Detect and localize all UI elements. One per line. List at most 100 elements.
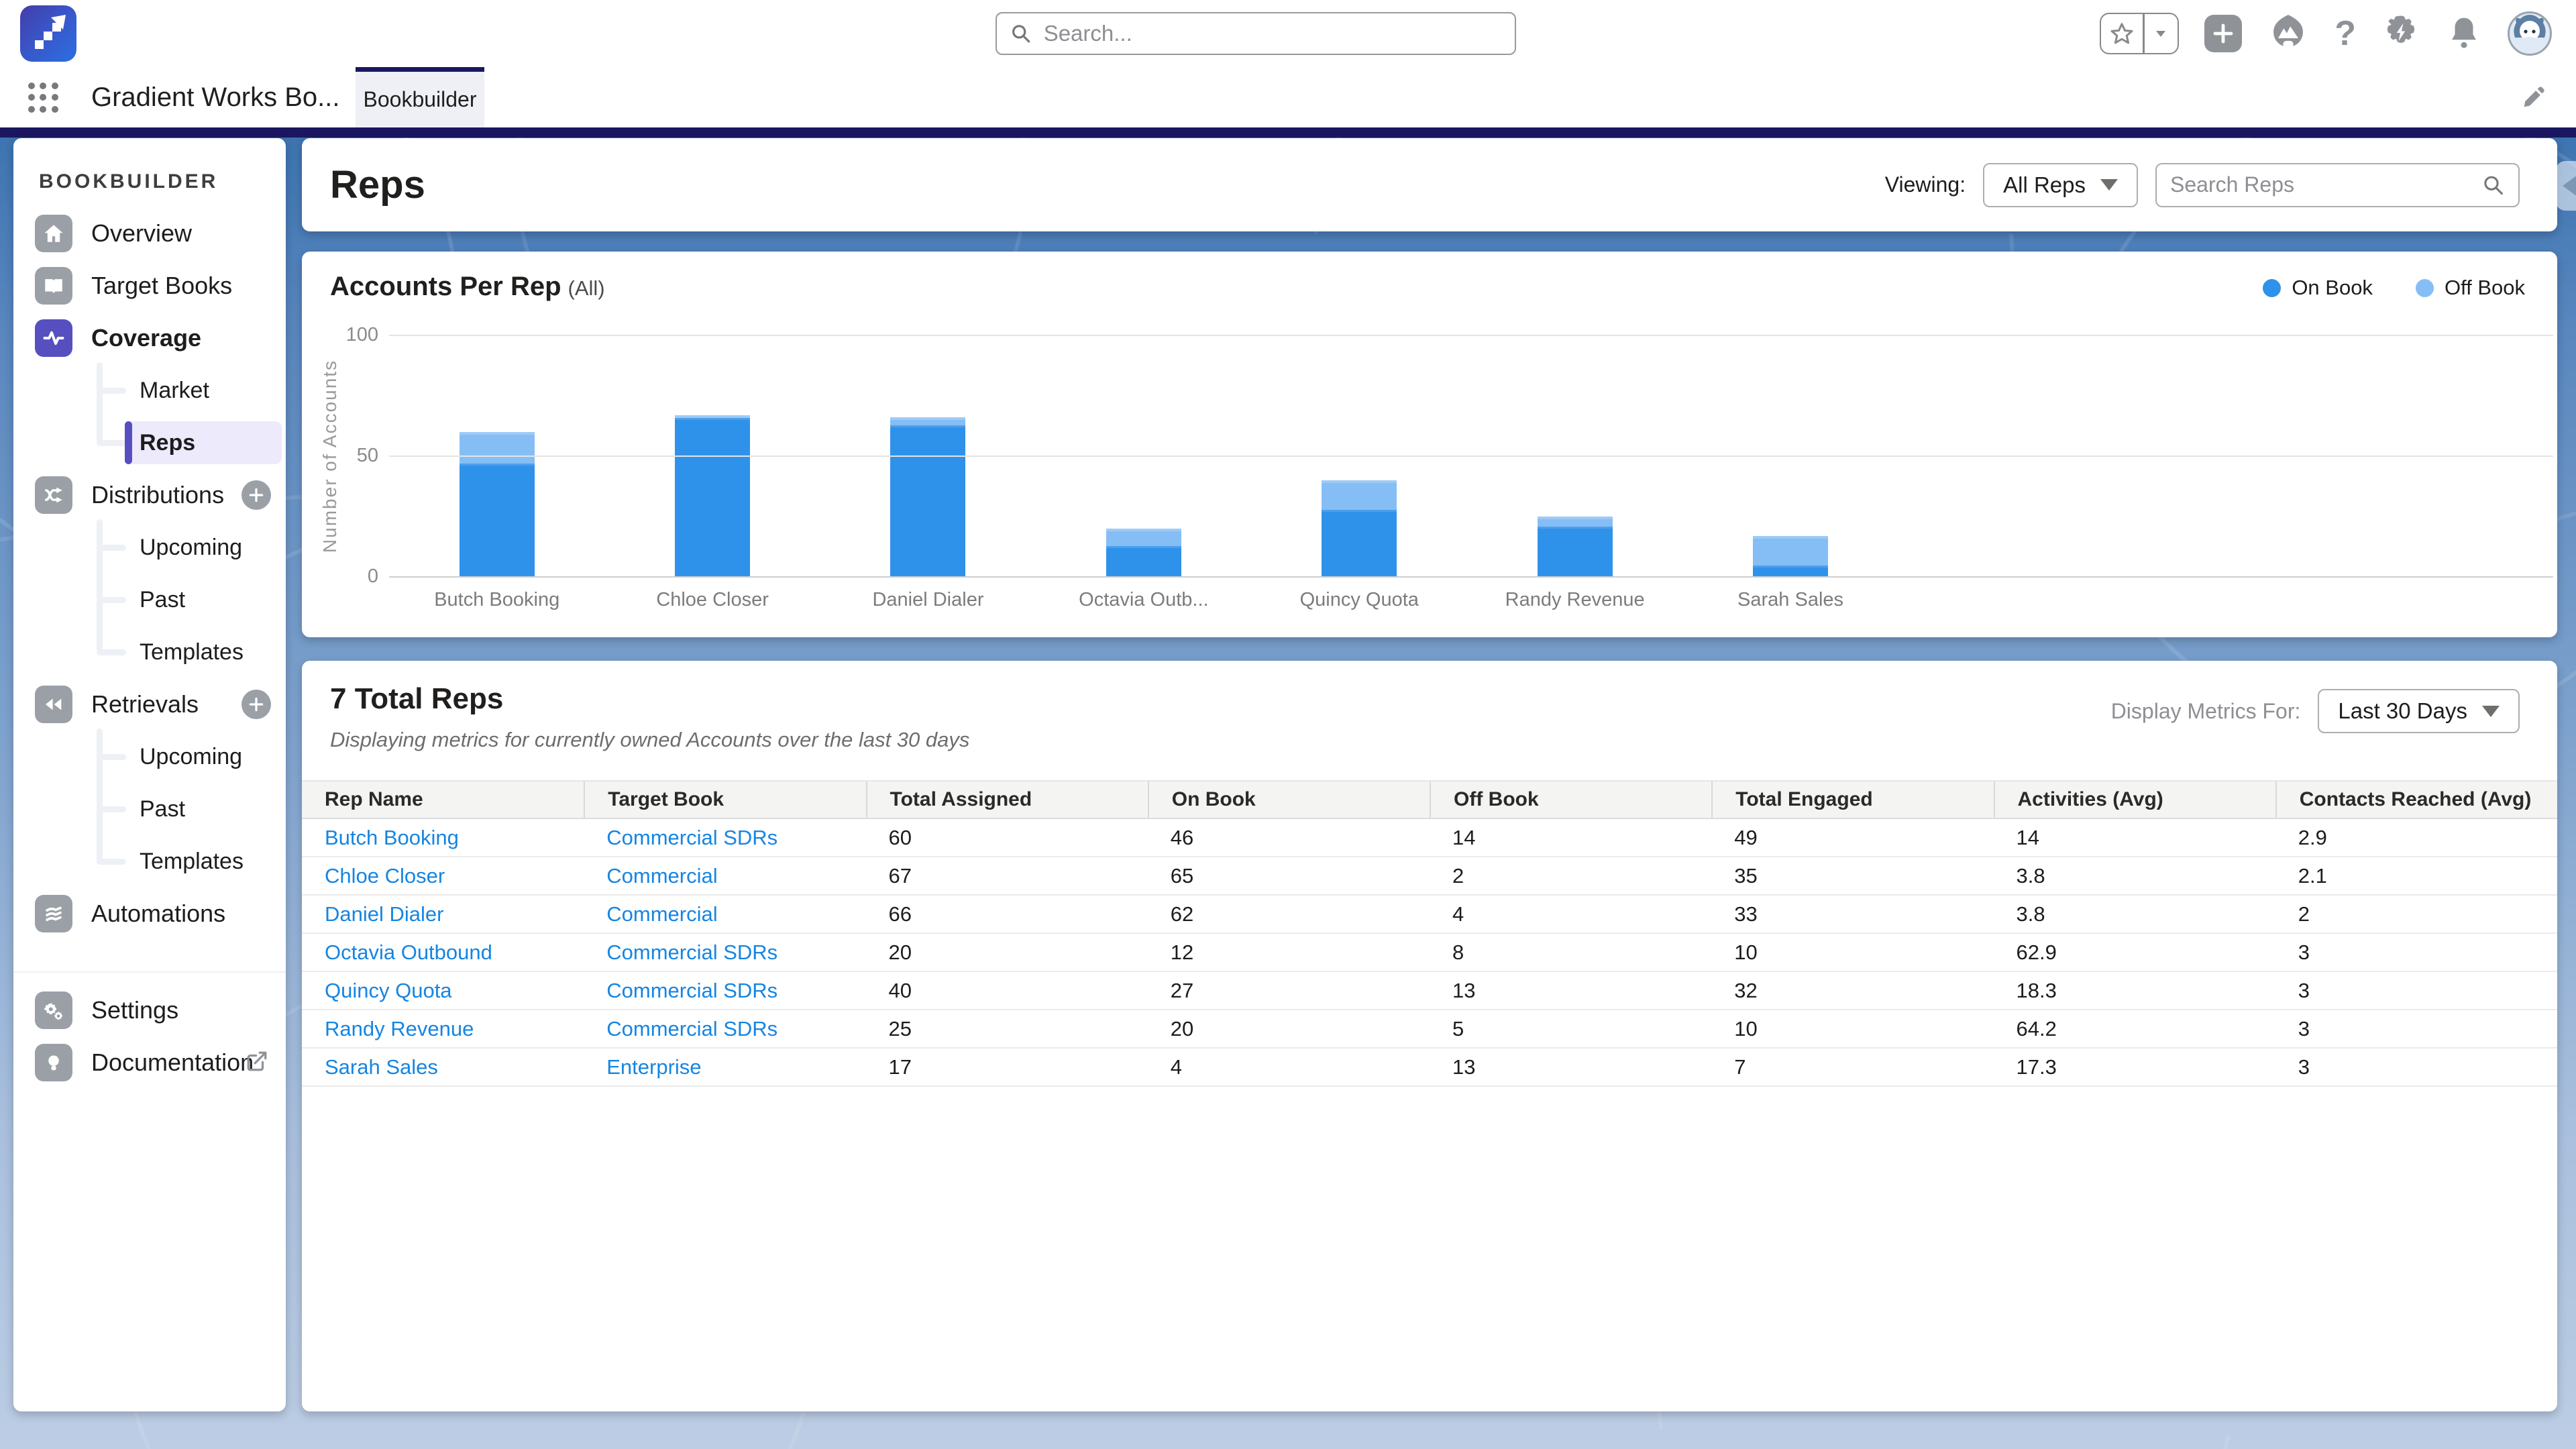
app-launcher-icon[interactable] [28,83,59,113]
viewing-dropdown[interactable]: All Reps [1983,162,2138,207]
gears-icon [35,991,72,1029]
sidebar-item-retrievals[interactable]: Retrievals [13,678,286,731]
quick-create-button[interactable] [2204,15,2243,52]
tab-bookbuilder[interactable]: Bookbuilder [356,67,484,127]
global-search-input[interactable] [1043,21,1501,46]
sidebar-item-distributions[interactable]: Distributions [13,469,286,521]
column-header[interactable]: Off Book [1430,782,1711,818]
rep-link[interactable]: Randy Revenue [325,1017,474,1041]
trailhead-icon[interactable] [2267,11,2309,56]
rep-link[interactable]: Chloe Closer [325,864,445,888]
bar-segment-on-book [1322,511,1397,577]
edit-nav-pencil-icon[interactable] [2520,85,2546,115]
search-icon [2484,176,2504,195]
user-avatar[interactable] [2508,11,2552,56]
chevron-left-icon [2563,175,2576,197]
y-tick-0: 0 [367,566,378,587]
rep-link[interactable]: Octavia Outbound [325,941,492,965]
table-cell: Chloe Closer [302,857,584,894]
distributions-icon [35,476,72,514]
x-tick-label: Daniel Dialer [872,589,984,610]
bar-segment-off-book [1106,529,1181,548]
table-cell: Commercial [584,896,865,932]
global-search[interactable] [996,12,1516,55]
sidebar-heading: BOOKBUILDER [39,170,219,193]
target-book-link[interactable]: Commercial SDRs [606,826,777,850]
table-cell: 27 [1170,978,1194,1002]
utility-bar: ? [0,0,2576,67]
table-cell: 13 [1452,978,1476,1002]
gradient-works-logo[interactable] [20,5,76,62]
x-tick-label: Quincy Quota [1299,589,1419,610]
table-row: Octavia Outbound Commercial SDRs 20 12 8 10 62… [302,934,2557,972]
sidebar-item-distributions-upcoming[interactable]: Upcoming [13,521,286,574]
chart-title: Accounts Per Rep (All) [330,272,605,301]
sidebar-item-distributions-templates[interactable]: Templates [13,626,286,678]
setup-gear-icon[interactable] [2381,13,2420,55]
sidebar-item-documentation[interactable]: Documentation [13,1036,286,1089]
favorites-button[interactable] [2100,13,2180,54]
help-icon[interactable]: ? [2334,13,2356,54]
panel-collapse-button[interactable] [2556,161,2576,211]
sidebar-item-target-books[interactable]: Target Books [13,260,286,312]
rep-link[interactable]: Daniel Dialer [325,902,443,926]
rep-link[interactable]: Sarah Sales [325,1055,438,1079]
table-cell: 46 [1170,825,1194,849]
sidebar-item-reps[interactable]: Reps [13,417,286,469]
bar-segment-off-book [1753,535,1829,568]
add-retrieval-button[interactable] [241,690,271,719]
sidebar-item-retrievals-templates[interactable]: Templates [13,835,286,888]
table-cell: 17.3 [2016,1055,2057,1079]
column-header[interactable]: Total Engaged [1711,782,1993,818]
notifications-bell-icon[interactable] [2446,14,2482,54]
sidebar-item-automations[interactable]: Automations [13,888,286,940]
metrics-range-dropdown[interactable]: Last 30 Days [2318,689,2520,733]
column-header[interactable]: Rep Name [302,782,584,818]
sidebar-item-market[interactable]: Market [13,364,286,417]
target-book-link[interactable]: Commercial SDRs [606,941,777,965]
rep-link[interactable]: Butch Booking [325,826,459,850]
table-header-row: Rep Name Target Book Total Assigned On Book… [302,780,2557,819]
x-tick-label: Octavia Outb... [1079,589,1209,610]
sidebar-item-retrievals-past[interactable]: Past [13,783,286,835]
sidebar-item-settings[interactable]: Settings [13,984,286,1036]
target-book-link[interactable]: Commercial SDRs [606,1017,777,1041]
rep-search-input[interactable] [2170,172,2483,197]
column-header[interactable]: Activities (Avg) [1993,782,2275,818]
home-icon [35,215,72,252]
column-header[interactable]: Total Assigned [865,782,1148,818]
target-book-link[interactable]: Commercial [606,864,717,888]
sidebar-item-coverage[interactable]: Coverage [13,312,286,364]
table-cell: 40 [888,978,912,1002]
target-book-link[interactable]: Commercial [606,902,717,926]
bar-segment-on-book [1106,547,1181,577]
selected-item-bar [125,421,132,464]
column-header[interactable]: On Book [1147,782,1430,818]
favorites-caret-icon[interactable] [2145,25,2178,42]
target-book-link[interactable]: Enterprise [606,1055,701,1079]
reps-table: Rep Name Target Book Total Assigned On Book… [302,780,2557,1087]
table-cell: Enterprise [584,1049,865,1085]
legend-item-off-book[interactable]: Off Book [2415,276,2525,300]
star-icon[interactable] [2101,21,2143,46]
rep-link[interactable]: Quincy Quota [325,979,452,1003]
sidebar-item-distributions-past[interactable]: Past [13,574,286,626]
table-cell: 3 [2298,940,2310,964]
stacked-bar-6 [1537,517,1613,577]
column-header[interactable]: Target Book [584,782,865,818]
sidebar-item-overview[interactable]: Overview [13,207,286,260]
rep-search[interactable] [2155,162,2520,207]
sidebar-item-retrievals-upcoming[interactable]: Upcoming [13,731,286,783]
add-distribution-button[interactable] [241,480,271,510]
column-header[interactable]: Contacts Reached (Avg) [2275,782,2557,818]
table-cell: 67 [888,863,912,888]
gridline-0 [389,576,2553,578]
target-book-link[interactable]: Commercial SDRs [606,979,777,1003]
legend-item-on-book[interactable]: On Book [2263,276,2373,300]
table-cell: 35 [1734,863,1758,888]
table-cell: 10 [1734,1016,1758,1040]
app-name[interactable]: Gradient Works Bo... [91,67,340,127]
bar-segment-off-book [459,432,535,466]
bar-segment-on-book [675,420,751,577]
table-cell: 3.8 [2016,902,2045,926]
